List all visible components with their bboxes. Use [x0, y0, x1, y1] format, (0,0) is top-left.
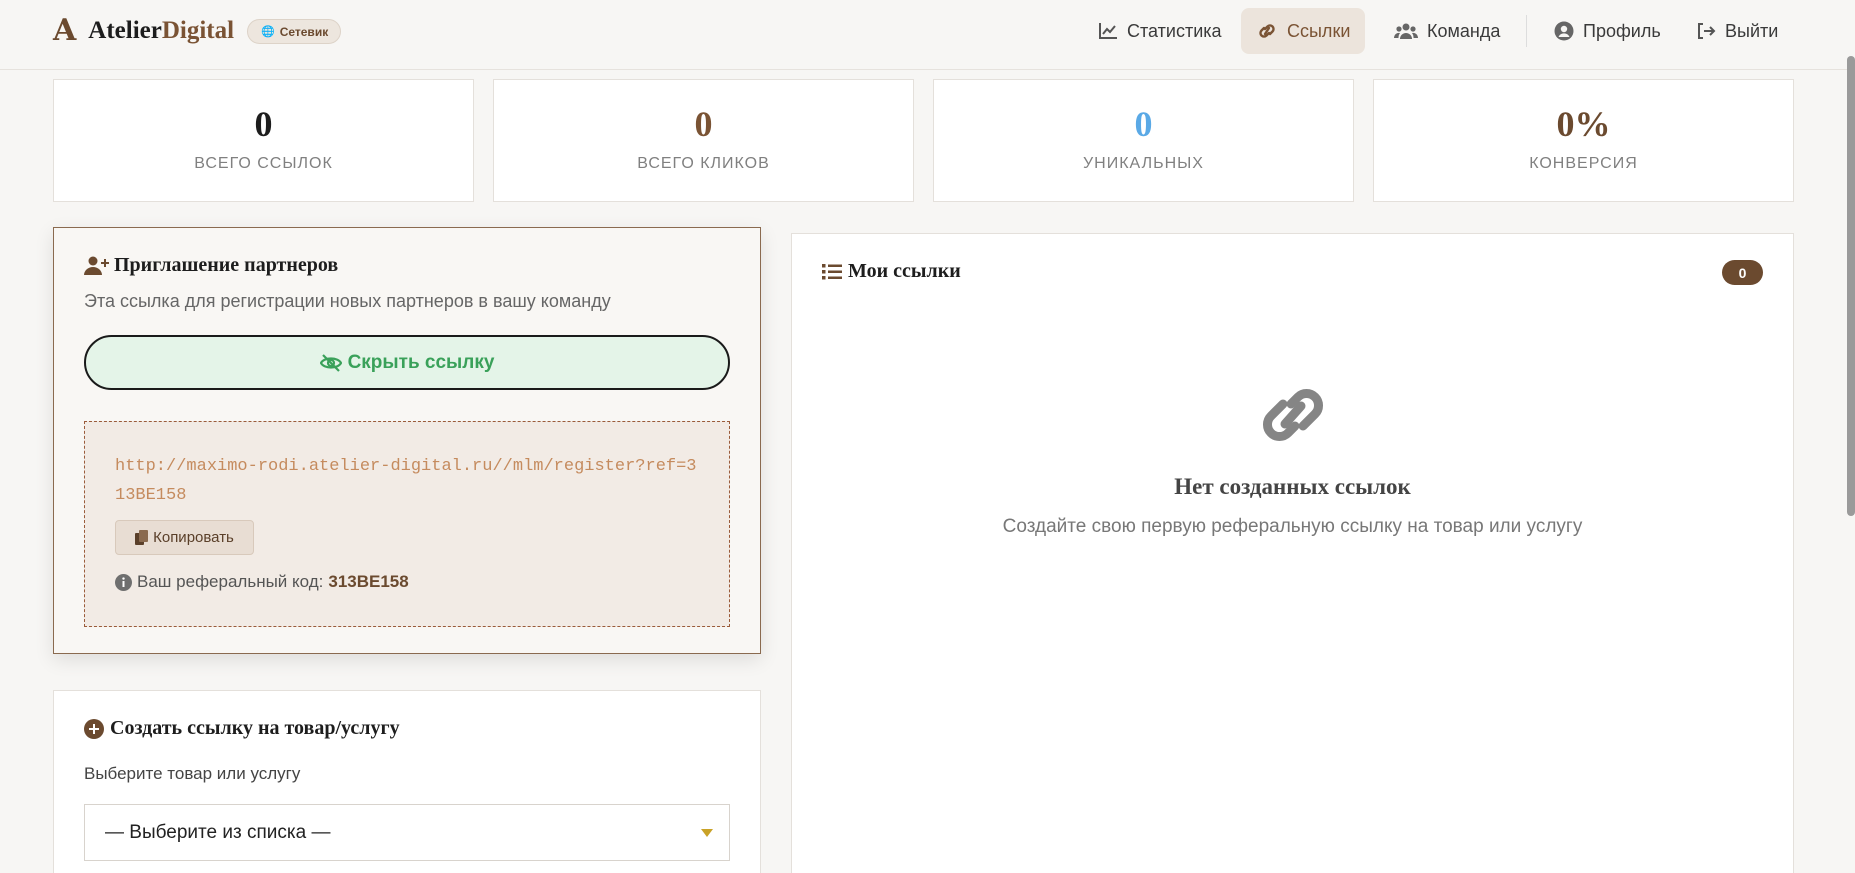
referral-code-value: 313BE158	[328, 572, 409, 591]
nav-profile[interactable]: Профиль	[1539, 8, 1676, 54]
info-icon	[115, 573, 132, 591]
invite-description: Эта ссылка для регистрации новых партнер…	[84, 291, 611, 311]
logout-icon	[1698, 23, 1716, 39]
plus-circle-icon	[84, 718, 104, 739]
empty-state-subtitle: Создайте свою первую реферальную ссылку …	[1002, 516, 1583, 537]
page-scrollbar[interactable]	[1847, 56, 1855, 516]
logo-mark: A	[53, 13, 77, 48]
nav-statistics[interactable]: Статистика	[1083, 8, 1237, 54]
my-links-title: Мои ссылки	[822, 260, 961, 283]
invite-partners-panel: Приглашение партнеров Эта ссылка для рег…	[53, 227, 761, 654]
user-plus-icon	[84, 256, 109, 275]
referral-url[interactable]: http://maximo-rodi.atelier-digital.ru//m…	[115, 452, 705, 510]
stat-value: 0	[254, 104, 273, 144]
stat-card-total-links: 0 ВСЕГО ССЫЛОК	[53, 79, 474, 202]
stat-card-conversion: 0% КОНВЕРСИЯ	[1373, 79, 1794, 202]
create-link-panel: Создать ссылку на товар/услугу Выберите …	[53, 690, 761, 873]
link-icon	[1259, 24, 1275, 38]
logo-text: AtelierDigital	[88, 17, 235, 44]
chart-line-icon	[1099, 23, 1117, 39]
referral-code-line: Ваш реферальный код: 313BE158	[115, 572, 409, 592]
nav-team[interactable]: Команда	[1379, 8, 1515, 54]
chevron-down-icon	[701, 829, 713, 837]
select-label: Выберите товар или услугу	[84, 764, 301, 783]
invite-title: Приглашение партнеров	[84, 254, 338, 277]
links-count-badge: 0	[1722, 260, 1763, 285]
stat-label: УНИКАЛЬНЫХ	[1083, 155, 1204, 172]
my-links-panel: Мои ссылки 0 Нет созданных ссылок Создай…	[791, 233, 1794, 873]
referral-link-box: http://maximo-rodi.atelier-digital.ru//m…	[84, 421, 730, 627]
stat-value: 0	[1134, 104, 1153, 144]
copy-button[interactable]: Копировать	[115, 520, 254, 555]
users-icon	[1394, 23, 1418, 39]
create-link-title: Создать ссылку на товар/услугу	[84, 717, 400, 740]
eye-slash-icon	[319, 353, 342, 372]
hide-link-button[interactable]: Скрыть ссылку	[84, 335, 730, 390]
product-select[interactable]: — Выберите из списка —	[84, 804, 730, 861]
nav-logout[interactable]: Выйти	[1681, 8, 1793, 54]
stat-label: ВСЕГО ССЫЛОК	[194, 155, 333, 172]
copy-icon	[135, 529, 149, 545]
role-badge: 🌐 Сетевик	[247, 19, 342, 44]
user-circle-icon	[1554, 21, 1574, 41]
stat-label: ВСЕГО КЛИКОВ	[637, 155, 770, 172]
brand-logo[interactable]: A AtelierDigital	[53, 14, 234, 48]
stat-card-total-clicks: 0 ВСЕГО КЛИКОВ	[493, 79, 914, 202]
nav-divider	[1526, 15, 1527, 47]
stat-label: КОНВЕРСИЯ	[1529, 155, 1638, 172]
globe-icon: 🌐	[261, 26, 275, 38]
stat-card-unique: 0 УНИКАЛЬНЫХ	[933, 79, 1354, 202]
nav-links[interactable]: Ссылки	[1241, 8, 1366, 54]
link-icon	[1263, 389, 1323, 441]
empty-state-title: Нет созданных ссылок	[1174, 474, 1411, 499]
list-icon	[822, 263, 842, 279]
stat-value: 0%	[1556, 104, 1611, 144]
stat-value: 0	[694, 104, 713, 144]
top-navbar: A AtelierDigital 🌐 Сетевик Статистика Сс…	[0, 0, 1855, 70]
